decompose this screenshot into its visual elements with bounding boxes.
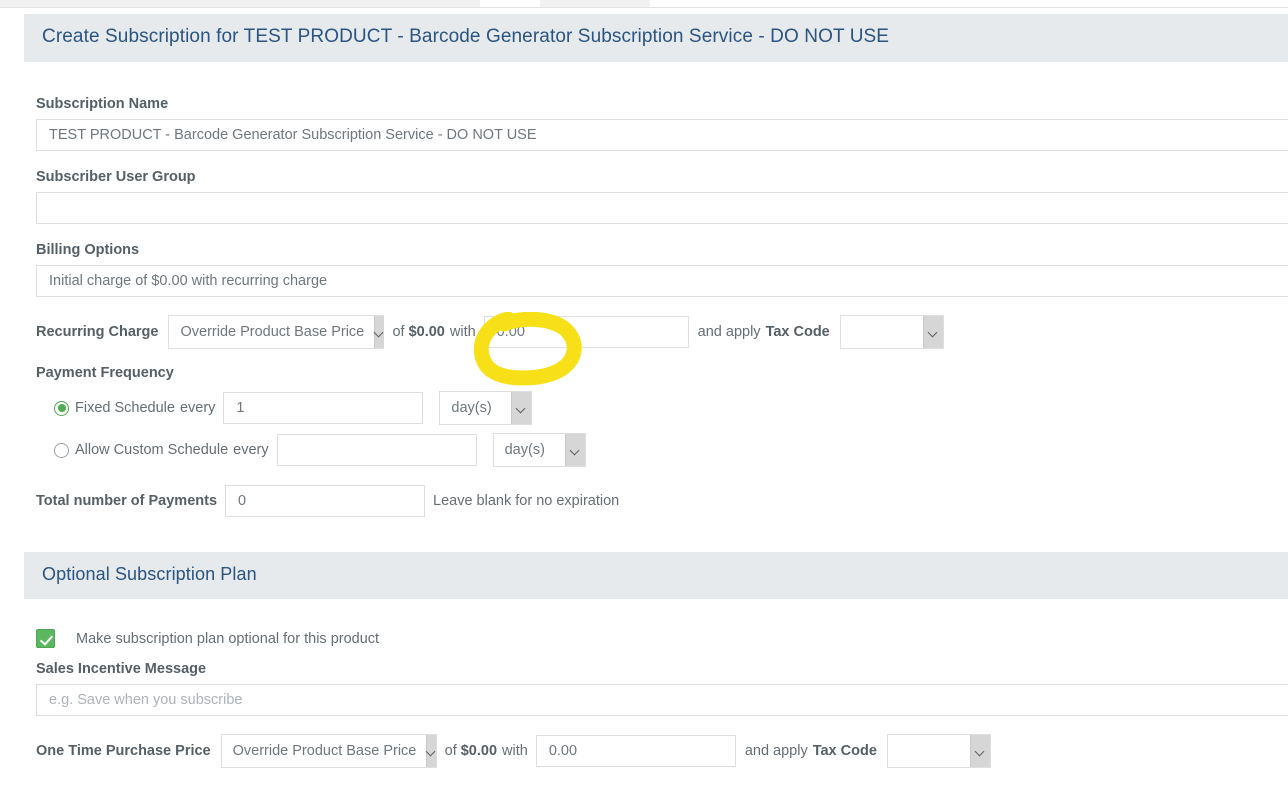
total-payments-row: Total number of Payments 0 Leave blank f… [24,467,1288,517]
payment-frequency-label: Payment Frequency [36,365,174,381]
browser-tabstrip [0,0,1288,8]
chevron-down-icon [969,735,990,767]
one-time-price-amount-input[interactable]: 0.00 [535,735,736,767]
browser-tab-remnant-1[interactable] [0,0,480,7]
fixed-schedule-row: Fixed Schedule every 1 day(s) [36,391,1288,425]
fixed-schedule-every-text: every [179,400,216,416]
custom-schedule-unit-select[interactable]: day(s) [492,433,586,467]
subscriber-user-group-input[interactable] [36,192,1288,224]
chevron-down-icon [564,434,585,466]
recurring-charge-tax-code-label: Tax Code [765,324,830,340]
fixed-schedule-unit-value: day(s) [451,400,492,416]
subscription-name-label: Subscription Name [36,96,169,112]
fixed-schedule-interval-input[interactable]: 1 [223,392,424,424]
fixed-schedule-label: Fixed Schedule [75,400,175,416]
one-time-price-base-price: $0.00 [460,743,498,759]
subscription-name-group: Subscription Name TEST PRODUCT - Barcode… [24,62,1288,151]
panel-title: Create Subscription for TEST PRODUCT - B… [24,14,1288,62]
fixed-schedule-unit-select[interactable]: day(s) [439,391,533,425]
custom-schedule-interval-input[interactable] [276,434,477,466]
custom-schedule-unit-value: day(s) [504,442,545,458]
one-time-price-row: One Time Purchase Price Override Product… [24,716,1288,768]
one-time-price-mode-value: Override Product Base Price [232,743,417,759]
total-payments-hint: Leave blank for no expiration [433,493,620,509]
billing-options-group: Billing Options Initial charge of $0.00 … [24,224,1288,297]
recurring-charge-mode-select[interactable]: Override Product Base Price [168,315,385,349]
billing-options-input[interactable]: Initial charge of $0.00 with recurring c… [36,265,1288,297]
chevron-down-icon [374,316,385,348]
payment-frequency-group: Payment Frequency Fixed Schedule every 1… [24,349,1288,467]
total-payments-input[interactable]: 0 [225,485,426,517]
one-time-price-and-apply-text: and apply [744,743,808,759]
recurring-charge-with-text: with [449,324,476,340]
sales-incentive-label: Sales Incentive Message [36,661,207,677]
optional-plan-section-title: Optional Subscription Plan [24,552,1288,599]
browser-tab-remnant-2[interactable] [540,0,650,7]
sales-incentive-group: Sales Incentive Message e.g. Save when y… [24,648,1288,716]
make-optional-checkbox-label: Make subscription plan optional for this… [76,630,380,647]
subscriber-user-group-label: Subscriber User Group [36,169,196,185]
custom-schedule-label: Allow Custom Schedule [75,442,229,458]
one-time-price-with-text: with [502,743,528,759]
total-payments-label: Total number of Payments [36,493,218,509]
subscriber-user-group-group: Subscriber User Group [24,151,1288,224]
subscription-panel: Create Subscription for TEST PRODUCT - B… [24,14,1288,768]
fixed-schedule-radio[interactable] [54,400,69,416]
one-time-price-of-text: of [444,743,457,759]
custom-schedule-row: Allow Custom Schedule every day(s) [36,433,1288,467]
make-optional-checkbox[interactable] [36,629,55,648]
chevron-down-icon [426,735,437,767]
one-time-price-mode-select[interactable]: Override Product Base Price [220,734,437,768]
optional-plan-checkbox-row[interactable]: Make subscription plan optional for this… [24,599,1288,648]
page-root: Create Subscription for TEST PRODUCT - B… [0,0,1288,802]
tabstrip-divider [0,7,1288,8]
recurring-charge-base-price: $0.00 [408,324,445,340]
one-time-price-tax-code-label: Tax Code [812,743,877,759]
billing-options-label: Billing Options [36,242,140,258]
custom-schedule-every-text: every [233,442,269,458]
recurring-charge-label: Recurring Charge [36,324,159,340]
subscription-name-input[interactable]: TEST PRODUCT - Barcode Generator Subscri… [36,119,1288,151]
one-time-price-label: One Time Purchase Price [36,743,211,759]
sales-incentive-input[interactable]: e.g. Save when you subscribe [36,684,1288,716]
recurring-charge-and-apply-text: and apply [697,324,761,340]
chevron-down-icon [511,392,532,424]
optional-plan-section: Optional Subscription Plan Make subscrip… [24,552,1288,768]
panel-body: Subscription Name TEST PRODUCT - Barcode… [24,62,1288,768]
recurring-charge-tax-code-value [841,316,923,348]
chevron-down-icon [922,316,943,348]
custom-schedule-radio[interactable] [54,442,69,458]
recurring-charge-of-text: of [392,324,405,340]
one-time-price-tax-code-select[interactable] [886,734,991,768]
one-time-price-tax-code-value [888,735,970,767]
recurring-charge-mode-value: Override Product Base Price [180,324,365,340]
recurring-charge-tax-code-select[interactable] [839,315,944,349]
recurring-charge-amount-input[interactable]: 0.00 [483,316,689,348]
recurring-charge-row: Recurring Charge Override Product Base P… [24,297,1288,349]
